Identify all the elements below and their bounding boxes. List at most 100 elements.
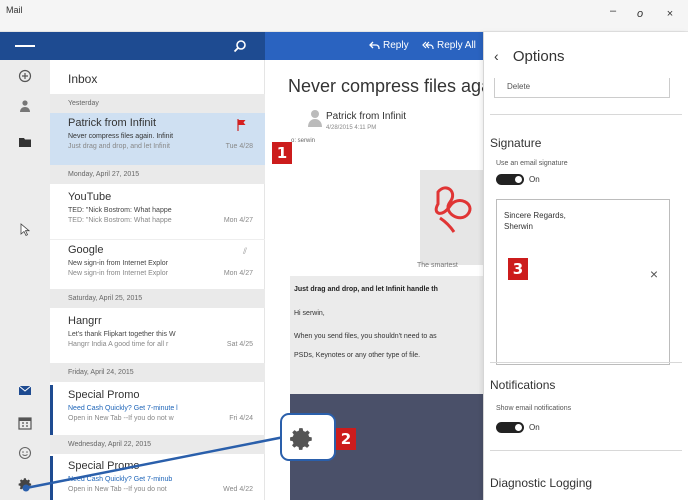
infinit-logo-image [420,170,483,265]
message-date: Wed 4/22 [223,486,253,493]
message-item[interactable]: Special Promo Need Cash Quickly? Get 7-m… [50,385,265,435]
notifications-toggle-label: Show email notifications [496,405,572,412]
reply-all-icon [422,41,434,49]
mail-icon[interactable] [15,380,35,400]
reply-label: Reply [383,40,409,51]
message-item[interactable]: Hangrr Let's thank Flipkart together thi… [50,311,265,361]
unread-indicator [50,385,53,435]
sender-avatar-icon [308,110,322,127]
signature-toggle-label: Use an email signature [496,160,568,167]
settings-gear-icon [290,428,312,450]
message-subject: Need Cash Quickly? Get 7-minute l [68,405,178,412]
signature-toggle-state: On [529,175,540,184]
notifications-heading: Notifications [490,378,556,392]
unread-indicator [50,456,53,500]
list-header [50,32,265,60]
message-preview: Just drag and drop, and let Infinit [68,143,170,150]
reading-toolbar: Reply Reply All [265,32,483,60]
back-button[interactable]: ‹ [494,48,499,64]
signature-line: Sherwin [504,222,533,231]
message-list-pane: Inbox Yesterday Patrick from Infinit Nev… [50,32,265,500]
message-preview: Hangrr India A good time for all r [68,341,169,348]
nav-rail [0,32,50,500]
divider [490,114,682,115]
app-title: Mail [6,5,23,15]
message-preview: Open in New Tab --If you do not [68,486,167,493]
message-subject: New sign-in from Internet Explor [68,260,168,267]
email-sent-date: 4/28/2015 4:11 PM [326,125,377,131]
calendar-icon[interactable] [15,413,35,433]
close-button[interactable]: × [659,8,681,20]
divider [490,450,682,451]
message-subject: Never compress files again. Infinit [68,133,174,140]
clear-signature-icon[interactable]: × [650,266,658,282]
reply-button[interactable]: Reply [369,40,409,51]
reply-icon [369,41,380,49]
rail-header [0,32,50,60]
date-group-header: Monday, April 27, 2015 [50,165,265,184]
settings-gear-icon[interactable] [15,474,35,494]
email-body-line: When you send files, you shouldn't need … [294,333,437,340]
maximize-button[interactable]: o [629,8,651,20]
message-preview: New sign-in from Internet Explor [68,270,168,277]
new-mail-icon[interactable] [15,66,35,86]
email-greeting: Hi serwin, [294,310,325,317]
reply-all-button[interactable]: Reply All [422,40,476,51]
divider [490,362,682,363]
message-sender: Special Promo [68,460,140,472]
message-preview: Open in New Tab --If you do not w [68,415,174,422]
message-sender: Patrick from Infinit [68,117,157,129]
message-subject: Need Cash Quickly? Get 7-minub [68,476,173,483]
attachment-icon: ⫽ [242,246,247,256]
message-sender: Hangrr [68,315,102,327]
notifications-toggle[interactable] [496,422,524,433]
email-tagline: The smartest [417,262,458,269]
annotation-badge-3: 3 [508,258,528,280]
minimize-button[interactable]: – [602,5,624,17]
message-date: Mon 4/27 [223,217,253,224]
search-icon[interactable] [233,39,247,53]
date-group-header: Saturday, April 25, 2015 [50,289,265,308]
email-body-heading: Just drag and drop, and let Infinit hand… [294,286,438,293]
hamburger-icon[interactable] [15,38,36,54]
message-preview: TED: "Nick Bostrom: What happe [68,217,172,224]
date-group-header: Yesterday [50,94,265,113]
annotation-badge-2: 2 [336,428,356,450]
options-title: Options [512,48,565,65]
date-group-header: Wednesday, April 22, 2015 [50,435,265,454]
message-item[interactable]: Patrick from Infinit Never compress file… [50,113,265,165]
message-item[interactable]: YouTube TED: "Nick Bostrom: What happe T… [50,187,265,237]
feedback-smiley-icon[interactable] [15,443,35,463]
swipe-action-select[interactable]: Delete [494,78,670,98]
email-sender: Patrick from Infinit [326,111,407,122]
email-subject: Never compress files aga [288,76,483,96]
message-sender: Special Promo [68,389,140,401]
flag-icon[interactable] [237,119,247,131]
folders-icon[interactable] [15,132,35,152]
email-body-line: PSDs, Keynotes or any other type of file… [294,352,421,359]
signature-textarea[interactable]: Sincere Regards, Sherwin × [496,199,670,365]
message-item[interactable]: Special Promo Need Cash Quickly? Get 7-m… [50,456,265,500]
notifications-toggle-state: On [529,423,540,432]
accounts-icon[interactable] [15,96,35,116]
diagnostic-logging-heading: Diagnostic Logging [490,476,593,490]
signature-toggle[interactable] [496,174,524,185]
email-recipient: o: serwin [291,138,316,144]
settings-callout [280,413,336,461]
message-subject: TED: "Nick Bostrom: What happe [68,207,172,214]
message-date: Sat 4/25 [226,341,253,348]
message-date: Mon 4/27 [223,270,253,277]
options-header: ‹ Options [494,48,565,65]
signature-line: Sincere Regards, [504,211,566,220]
message-sender: YouTube [68,191,112,203]
title-bar: Mail – o × [0,0,688,32]
message-item[interactable]: Google ⫽ New sign-in from Internet Explo… [50,239,265,289]
message-sender: Google [68,244,104,256]
message-date: Tue 4/28 [225,143,253,150]
message-subject: Let's thank Flipkart together this W [68,331,176,338]
reply-all-label: Reply All [437,40,476,51]
annotation-badge-1: 1 [272,142,292,164]
folder-title: Inbox [68,72,98,86]
signature-text: Sincere Regards, Sherwin [504,210,566,232]
mouse-cursor-icon [15,220,35,240]
